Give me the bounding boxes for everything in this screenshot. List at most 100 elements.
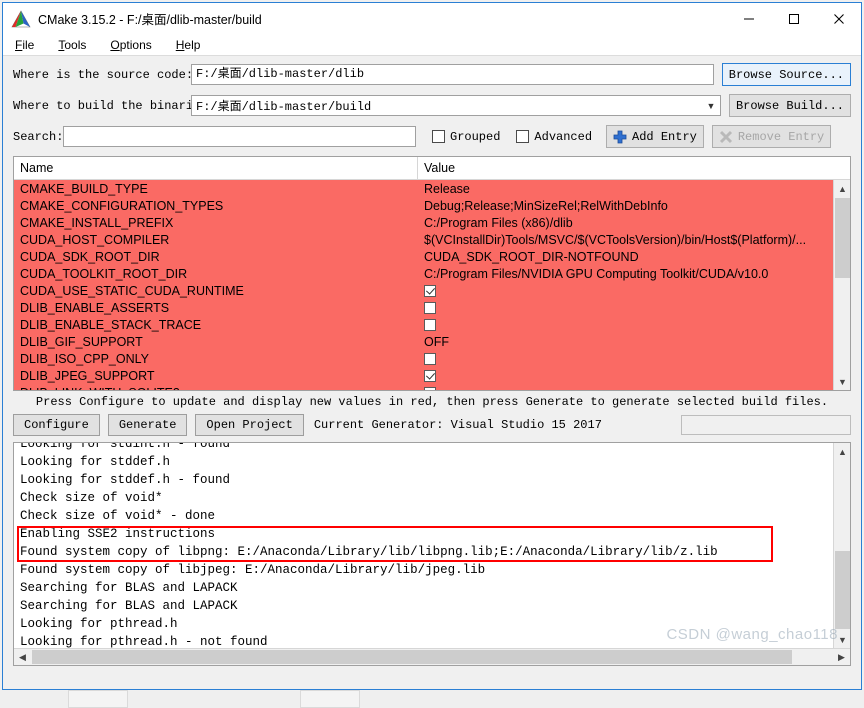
grouped-checkbox[interactable]: Grouped [432,130,500,144]
path-form: Where is the source code: F:/桌面/dlib-mas… [3,56,861,148]
search-input[interactable] [63,126,416,147]
taskbar-item-1[interactable] [68,690,128,708]
side-decoration [853,452,863,492]
cache-variable-name: DLIB_ENABLE_ASSERTS [20,300,170,315]
grouped-label: Grouped [450,129,501,144]
menu-help-rest: elp [184,37,201,52]
scroll-right-arrow-icon[interactable]: ▶ [833,649,850,665]
menu-item-options[interactable]: Options [110,38,151,52]
menu-item-help[interactable]: Help [176,38,201,52]
cache-value-checkbox[interactable] [424,284,436,297]
table-row[interactable]: CUDA_HOST_COMPILER $(VCInstallDir)Tools/M… [14,231,833,248]
log-horizontal-scrollbar[interactable]: ◀ ▶ [14,648,850,665]
configure-hint-text: Press Configure to update and display ne… [35,395,829,409]
table-row[interactable]: DLIB_ISO_CPP_ONLY [14,350,833,367]
menu-options-label: O [110,37,120,52]
advanced-checkbox-box[interactable] [516,130,530,143]
cache-variable-value[interactable]: Debug;Release;MinSizeRel;RelWithDebInfo [418,199,833,213]
menu-item-tools[interactable]: Tools [58,38,86,52]
cache-variable-name: CMAKE_CONFIGURATION_TYPES [20,198,224,213]
table-body: CMAKE_BUILD_TYPE Release CMAKE_CONFIGURATI… [14,180,850,390]
table-row[interactable]: CMAKE_BUILD_TYPE Release [14,180,833,197]
log-line: Looking for stdint.h - found [20,443,231,451]
advanced-checkbox[interactable]: Advanced [516,130,592,144]
scroll-left-arrow-icon[interactable]: ◀ [14,649,31,665]
cache-variable-value[interactable] [418,352,833,365]
cache-variable-value[interactable]: OFF [418,335,833,349]
source-path-input[interactable]: F:/桌面/dlib-master/dlib [191,64,714,85]
search-label: Search: [13,129,64,144]
configure-button[interactable]: Configure [13,414,100,436]
log-text-content[interactable]: Looking for stdint.h - found Looking for … [14,443,833,648]
scroll-down-arrow-icon[interactable]: ▼ [834,373,850,390]
window-title: CMake 3.15.2 - F:/桌面/dlib-master/build [38,13,262,27]
cache-value-checkbox[interactable] [424,301,436,314]
open-project-button[interactable]: Open Project [195,414,304,436]
browse-build-button[interactable]: Browse Build... [728,94,851,117]
cache-variable-name: DLIB_JPEG_SUPPORT [20,368,155,383]
main-window-frame: CMake 3.15.2 - F:/桌面/dlib-master/build F… [2,2,862,690]
cache-value-checkbox[interactable] [424,369,436,382]
column-header-name[interactable]: Name [14,157,418,179]
cache-value-checkbox[interactable] [424,352,436,365]
close-button[interactable] [816,3,861,34]
table-row[interactable]: DLIB_ENABLE_ASSERTS [14,299,833,316]
table-row[interactable]: CMAKE_CONFIGURATION_TYPES Debug;Release;M… [14,197,833,214]
log-line: Check size of void* - done [20,509,216,523]
cache-variable-value[interactable]: CUDA_SDK_ROOT_DIR-NOTFOUND [418,250,833,264]
column-header-value[interactable]: Value [418,157,850,179]
build-path-combo[interactable]: F:/桌面/dlib-master/build ▼ [191,95,721,116]
cache-variable-value[interactable]: C:/Program Files (x86)/dlib [418,216,833,230]
cache-variable-value[interactable] [418,318,833,331]
configure-label: Configure [24,418,89,432]
remove-entry-button: Remove Entry [711,125,832,148]
cache-variable-value[interactable] [418,369,833,382]
table-row[interactable]: DLIB_JPEG_SUPPORT [14,367,833,384]
log-hscroll-thumb[interactable] [32,650,792,664]
log-line: Searching for BLAS and LAPACK [20,581,238,595]
table-row[interactable]: CMAKE_INSTALL_PREFIX C:/Program Files (x8… [14,214,833,231]
log-line: Found system copy of libpng: E:/Anaconda… [20,545,718,559]
cache-variable-value[interactable] [418,301,833,314]
log-scroll-up-arrow-icon[interactable]: ▲ [834,443,850,460]
cache-variable-name: CUDA_TOOLKIT_ROOT_DIR [20,266,188,281]
scroll-up-arrow-icon[interactable]: ▲ [834,180,850,197]
table-row[interactable]: DLIB_LINK_WITH_SQLITE3 [14,384,833,390]
minimize-button[interactable] [726,3,771,34]
menu-item-file[interactable]: File [15,38,34,52]
table-row[interactable]: DLIB_GIF_SUPPORT OFF [14,333,833,350]
log-vertical-scrollbar[interactable]: ▲ ▼ [833,443,850,648]
generate-button[interactable]: Generate [107,414,188,436]
source-row: Where is the source code: F:/桌面/dlib-mas… [13,63,851,86]
table-row[interactable]: DLIB_ENABLE_STACK_TRACE [14,316,833,333]
cache-variable-value[interactable] [418,386,833,390]
chevron-down-icon[interactable]: ▼ [702,101,720,111]
cache-variable-value[interactable]: Release [418,182,833,196]
table-row[interactable]: CUDA_USE_STATIC_CUDA_RUNTIME [14,282,833,299]
cache-variable-name: DLIB_GIF_SUPPORT [20,334,143,349]
table-scroll-thumb[interactable] [835,198,850,278]
browse-source-button[interactable]: Browse Source... [721,63,851,86]
table-row[interactable]: CUDA_TOOLKIT_ROOT_DIR C:/Program Files/NV… [14,265,833,282]
open-project-label: Open Project [206,418,293,432]
cache-value-checkbox[interactable] [424,318,436,331]
cache-value-checkbox[interactable] [424,386,436,390]
csdn-watermark: CSDN @wang_chao118 [666,626,838,643]
cmake-gui-window: CMake 3.15.2 - F:/桌面/dlib-master/build F… [0,0,864,708]
cache-variable-name: CMAKE_INSTALL_PREFIX [20,215,174,230]
cache-variable-value[interactable]: $(VCInstallDir)Tools/MSVC/$(VCToolsVersi… [418,233,833,247]
table-row[interactable]: CUDA_SDK_ROOT_DIR CUDA_SDK_ROOT_DIR-NOTFO… [14,248,833,265]
progress-bar [681,415,851,435]
maximize-button[interactable] [771,3,816,34]
cache-variable-value[interactable] [418,284,833,297]
grouped-checkbox-box[interactable] [432,130,445,143]
add-entry-button[interactable]: Add Entry [606,125,704,148]
taskbar-item-2[interactable] [300,690,360,708]
remove-x-icon [719,130,733,144]
plus-icon [613,130,627,144]
table-vertical-scrollbar[interactable]: ▲ ▼ [833,180,850,390]
build-row: Where to build the binaries: F:/桌面/dlib-… [13,94,851,117]
menu-file-rest: ile [22,37,35,52]
cache-variable-value[interactable]: C:/Program Files/NVIDIA GPU Computing To… [418,267,833,281]
log-scroll-thumb[interactable] [835,551,850,629]
